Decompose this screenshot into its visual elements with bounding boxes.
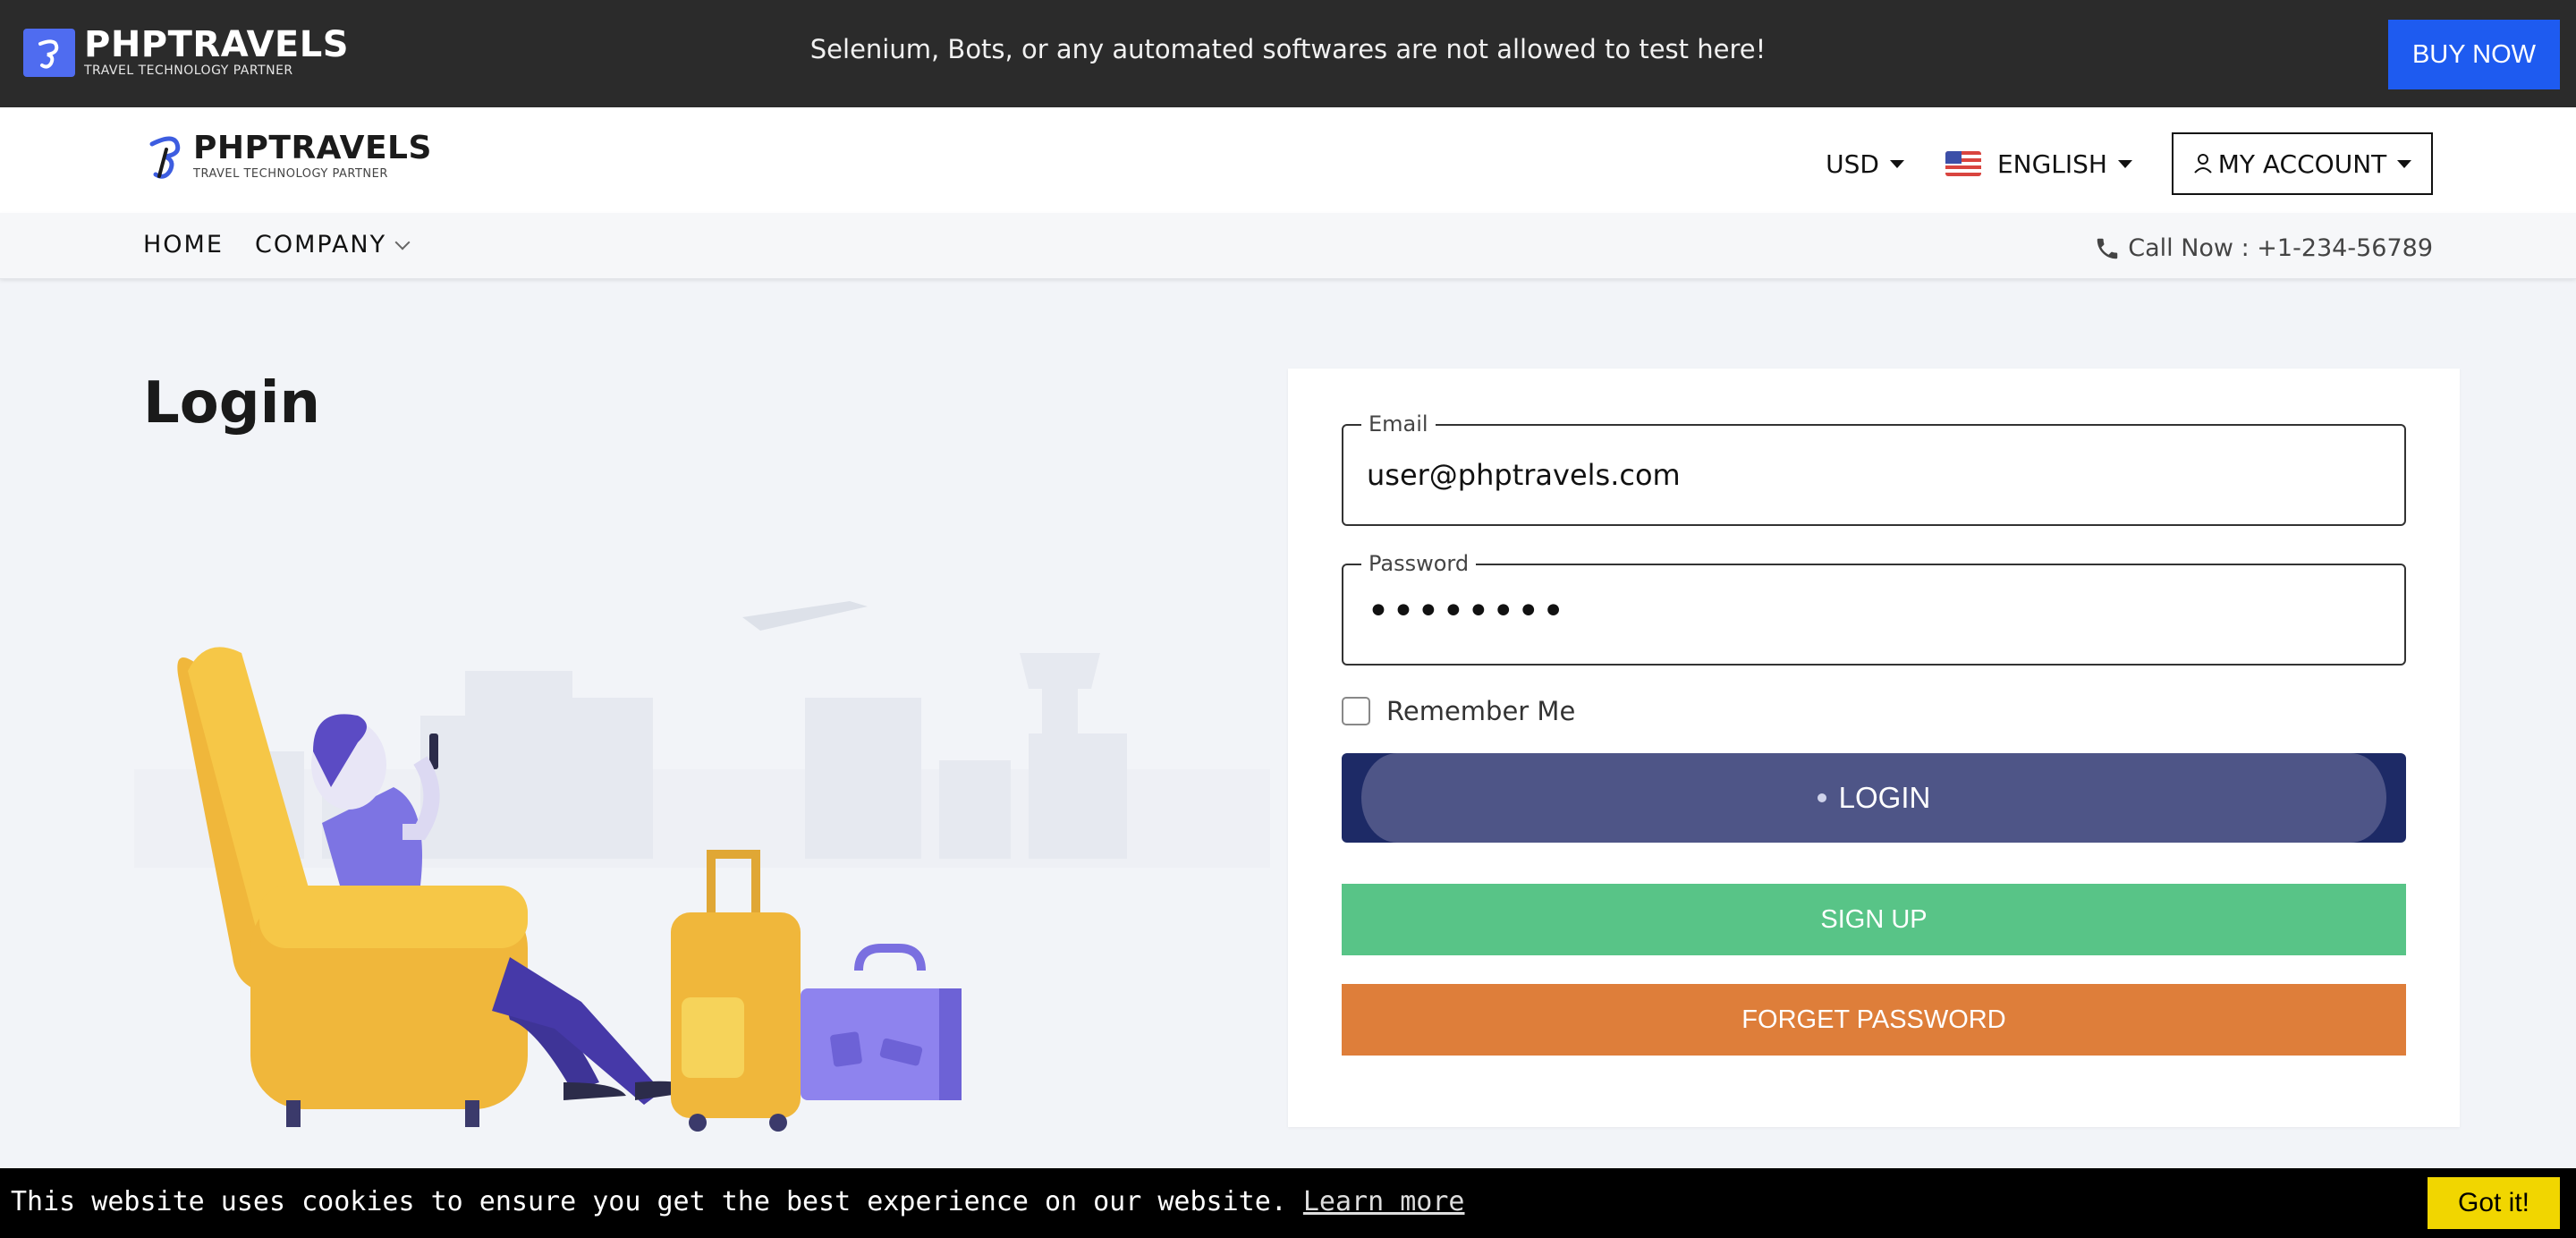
top-banner: PHPTRAVELS TRAVEL TECHNOLOGY PARTNER Sel… bbox=[0, 0, 2576, 107]
phone-icon bbox=[2097, 238, 2118, 259]
language-label: ENGLISH bbox=[1996, 148, 2107, 179]
language-dropdown[interactable]: ENGLISH bbox=[1945, 149, 2132, 179]
chevron-down-icon bbox=[394, 234, 411, 250]
cookie-banner: This website uses cookies to ensure you … bbox=[0, 1168, 2576, 1238]
email-label: Email bbox=[1361, 411, 1436, 437]
login-card: Email user@phptravels.com Password •••••… bbox=[1288, 369, 2460, 1127]
logo-icon bbox=[149, 136, 181, 179]
remember-me-checkbox[interactable] bbox=[1342, 697, 1370, 725]
nav-item-company[interactable]: COMPANY bbox=[255, 231, 411, 259]
caret-down-icon bbox=[2397, 159, 2412, 168]
login-button-label: LOGIN bbox=[1838, 781, 1931, 814]
loading-dot-icon bbox=[1817, 793, 1826, 802]
user-icon bbox=[2193, 154, 2212, 174]
brand-name: PHPTRAVELS bbox=[193, 130, 432, 166]
header-brand-logo[interactable]: PHPTRAVELS TRAVEL TECHNOLOGY PARTNER bbox=[147, 131, 432, 182]
email-field[interactable]: Email user@phptravels.com bbox=[1342, 411, 2406, 526]
traveler-illustration bbox=[134, 601, 1270, 1132]
my-account-label: MY ACCOUNT bbox=[2217, 148, 2387, 179]
call-now[interactable]: Call Now : +1-234-56789 bbox=[2094, 234, 2433, 262]
currency-dropdown[interactable]: USD bbox=[1826, 149, 1904, 179]
my-account-dropdown[interactable]: MY ACCOUNT bbox=[2172, 132, 2433, 195]
cookie-message: This website uses cookies to ensure you … bbox=[11, 1186, 1287, 1217]
nav-item-home[interactable]: HOME bbox=[143, 231, 224, 259]
password-value: •••••••• bbox=[1367, 589, 1567, 634]
main-nav: HOME COMPANY Call Now : +1-234-56789 bbox=[0, 213, 2576, 279]
nav-item-label: COMPANY bbox=[255, 231, 387, 259]
forget-password-button[interactable]: FORGET PASSWORD bbox=[1342, 984, 2406, 1056]
brand-tagline: TRAVEL TECHNOLOGY PARTNER bbox=[193, 167, 388, 181]
email-value: user@phptravels.com bbox=[1367, 458, 1681, 492]
site-header: PHPTRAVELS TRAVEL TECHNOLOGY PARTNER USD… bbox=[0, 107, 2576, 213]
password-field[interactable]: Password •••••••• bbox=[1342, 551, 2406, 666]
automation-notice: Selenium, Bots, or any automated softwar… bbox=[809, 34, 1767, 64]
buy-now-button[interactable]: BUY NOW bbox=[2388, 20, 2560, 89]
nav-item-label: HOME bbox=[143, 231, 224, 259]
signup-button[interactable]: SIGN UP bbox=[1342, 884, 2406, 955]
remember-me-label: Remember Me bbox=[1386, 696, 1576, 726]
caret-down-icon bbox=[2118, 159, 2132, 168]
caret-down-icon bbox=[1889, 159, 1904, 168]
login-button-inner: LOGIN bbox=[1361, 753, 2386, 843]
cookie-accept-button[interactable]: Got it! bbox=[2428, 1177, 2560, 1229]
currency-label: USD bbox=[1826, 148, 1879, 179]
call-now-text: Call Now : +1-234-56789 bbox=[2128, 234, 2433, 262]
login-button[interactable]: LOGIN bbox=[1342, 753, 2406, 843]
remember-me[interactable]: Remember Me bbox=[1342, 696, 1575, 726]
password-label: Password bbox=[1361, 551, 1477, 576]
page-title: Login bbox=[143, 370, 321, 437]
learn-more-link[interactable]: Learn more bbox=[1303, 1186, 1465, 1217]
us-flag-icon bbox=[1945, 151, 1981, 176]
